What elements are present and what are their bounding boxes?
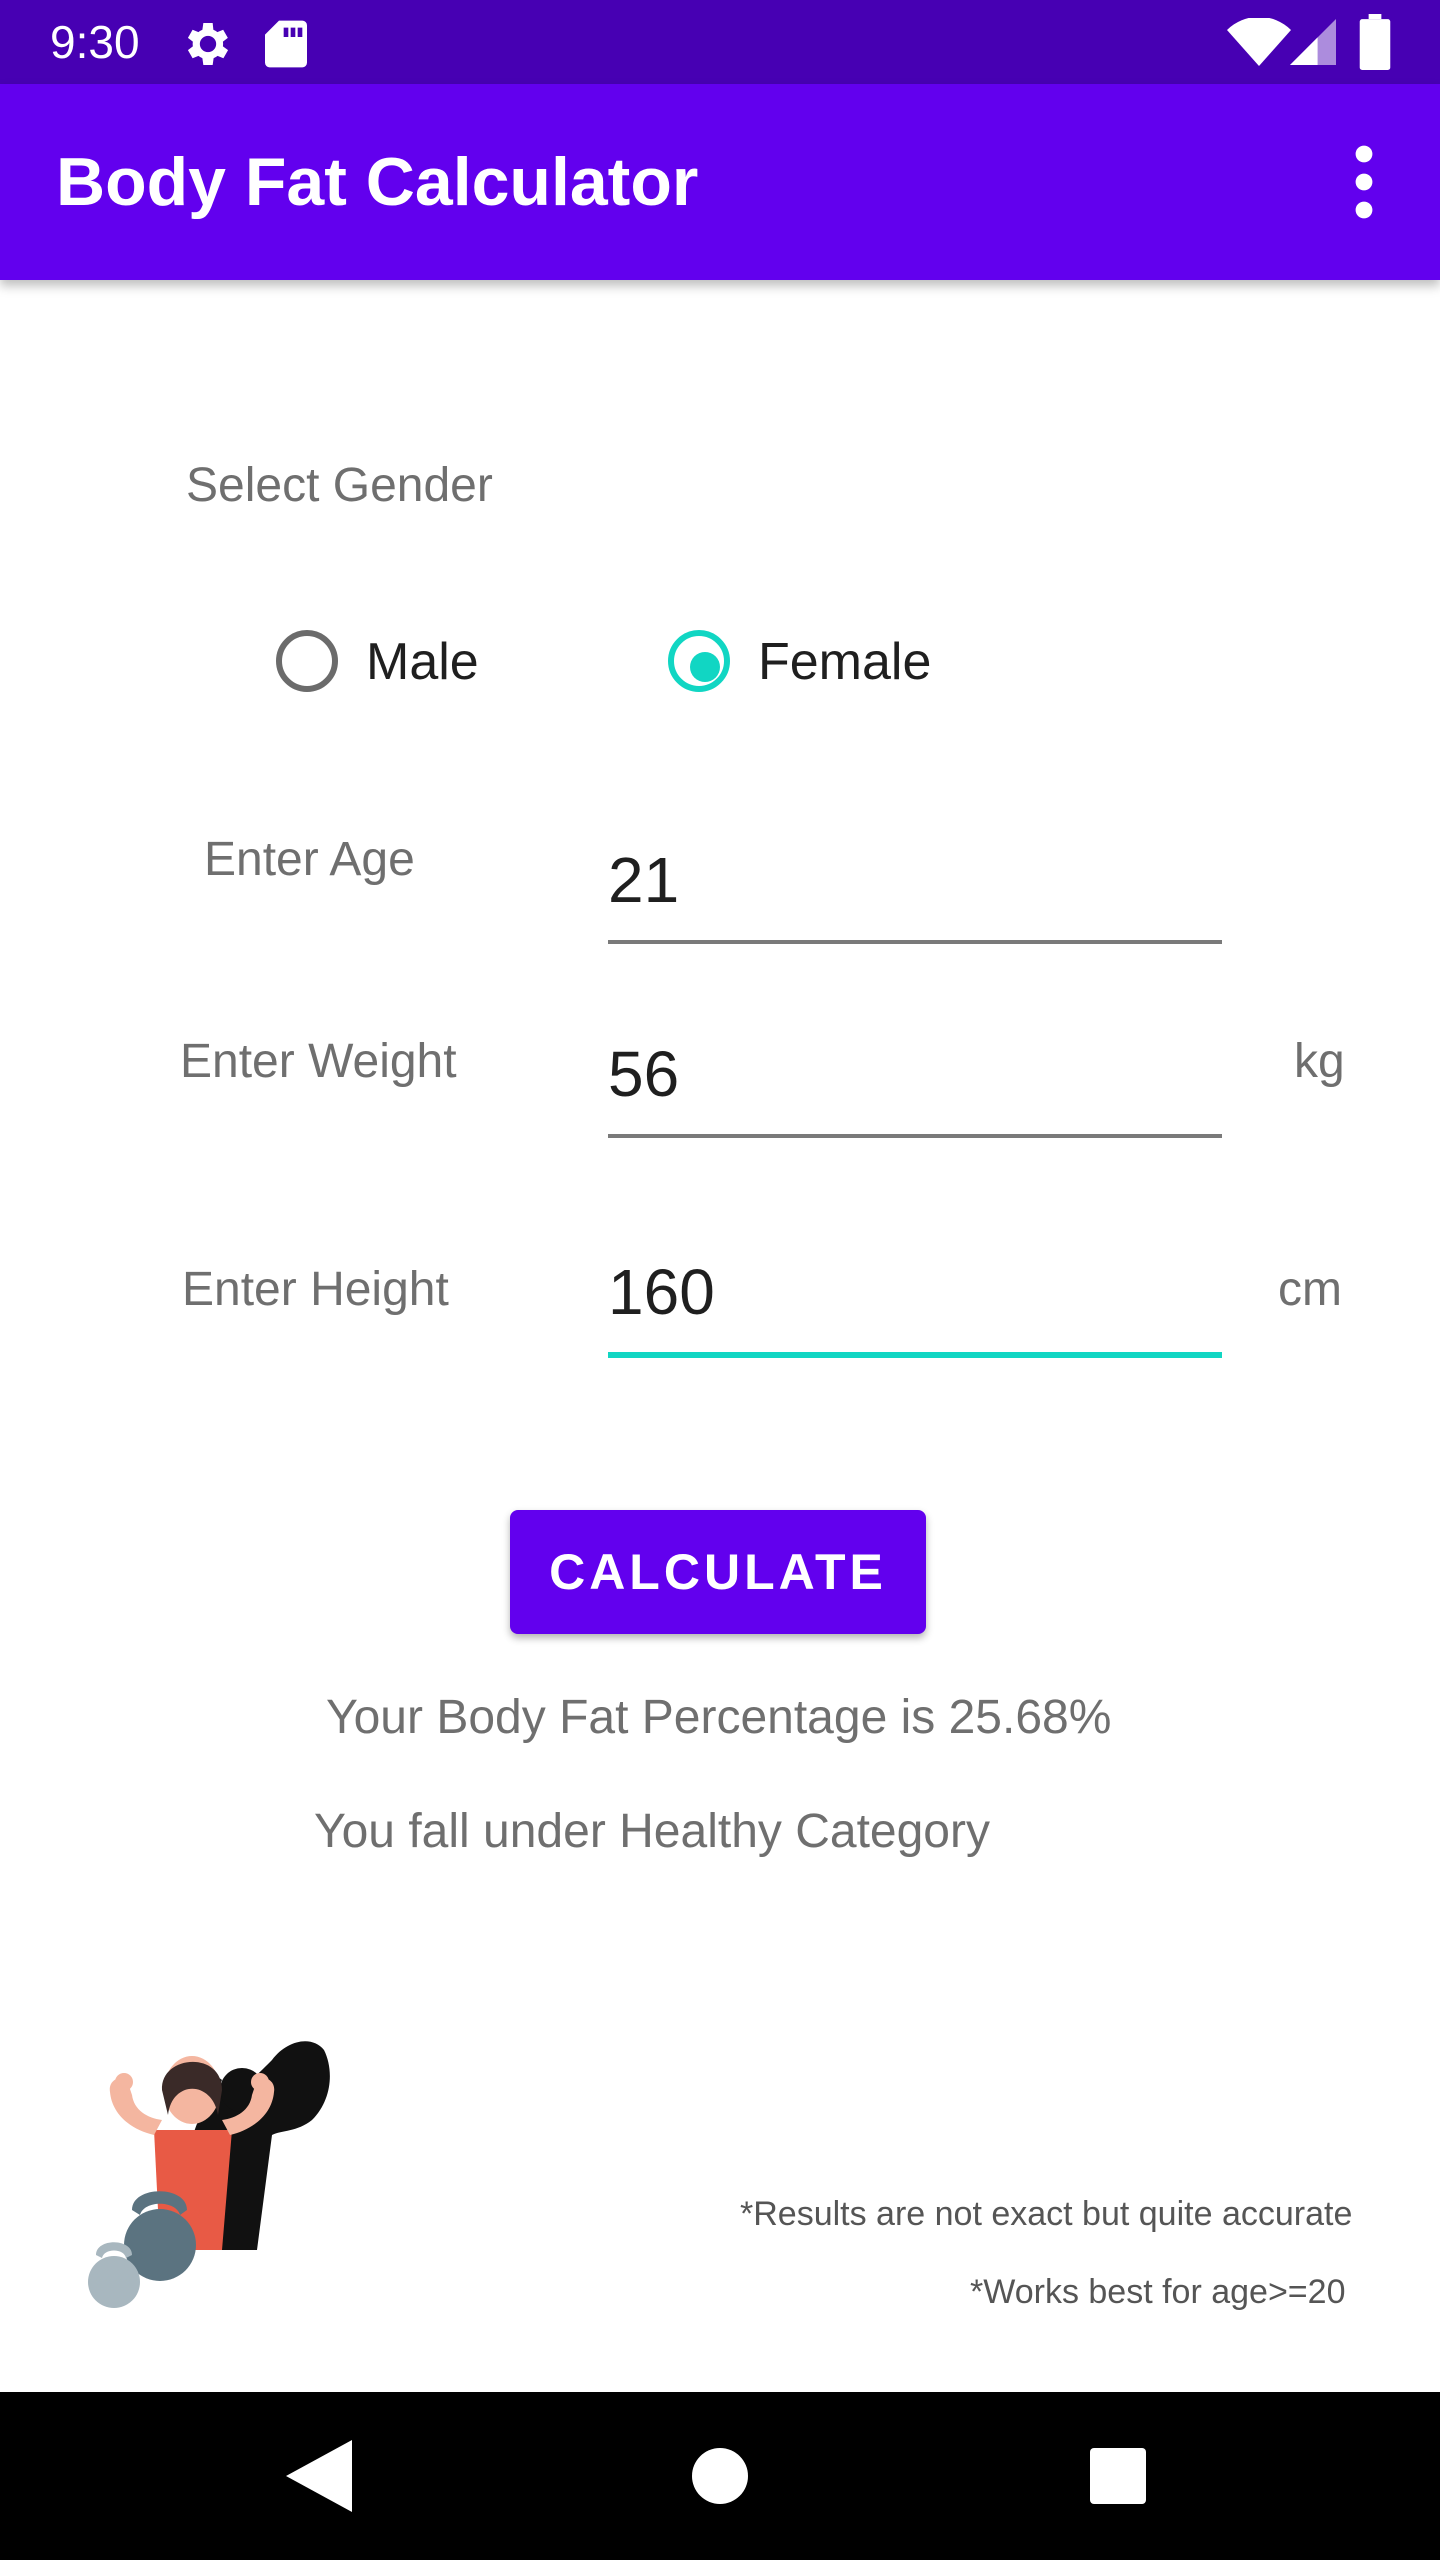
result-category: You fall under Healthy Category	[314, 1805, 990, 1858]
home-icon[interactable]	[692, 2448, 748, 2504]
signal-icon	[1290, 19, 1336, 65]
gear-icon	[187, 23, 229, 65]
accuracy-note: *Results are not exact but quite accurat…	[740, 2195, 1353, 2233]
female-radio-label[interactable]: Female	[758, 632, 931, 692]
wifi-icon	[1227, 18, 1291, 66]
height-input-underline	[608, 1352, 1222, 1358]
back-icon[interactable]	[286, 2440, 352, 2512]
weight-input-underline	[608, 1134, 1222, 1138]
result-percentage: Your Body Fat Percentage is 25.68%	[326, 1691, 1112, 1744]
calculate-button[interactable]: CALCULATE	[510, 1510, 926, 1634]
age-input-underline	[608, 940, 1222, 944]
height-unit: cm	[1278, 1263, 1342, 1316]
female-radio-selected-dot	[690, 652, 720, 682]
fitness-illustration	[88, 2041, 330, 2308]
app-title: Body Fat Calculator	[56, 144, 699, 220]
gender-label: Select Gender	[186, 459, 493, 512]
weight-label: Enter Weight	[180, 1035, 457, 1088]
male-radio-label[interactable]: Male	[366, 632, 479, 692]
age-input[interactable]: 21	[608, 842, 679, 918]
age-label: Enter Age	[204, 833, 415, 886]
height-label: Enter Height	[182, 1263, 449, 1316]
weight-unit: kg	[1294, 1035, 1345, 1088]
recent-apps-icon[interactable]	[1090, 2448, 1146, 2504]
male-radio[interactable]	[276, 630, 338, 692]
battery-icon	[1359, 14, 1391, 70]
sd-card-icon	[265, 20, 307, 68]
height-input[interactable]: 160	[608, 1254, 715, 1330]
overflow-menu-icon[interactable]	[1336, 140, 1392, 224]
age-note: *Works best for age>=20	[970, 2273, 1346, 2311]
status-time: 9:30	[50, 16, 140, 68]
weight-input[interactable]: 56	[608, 1036, 679, 1112]
